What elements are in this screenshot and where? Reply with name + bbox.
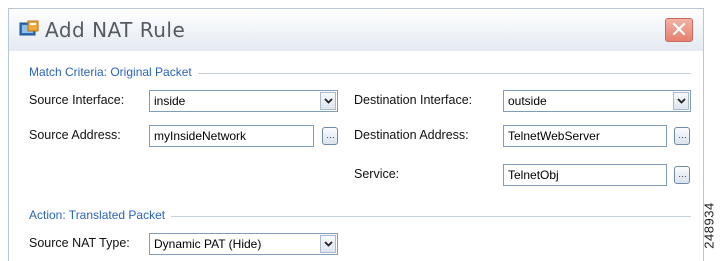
close-icon <box>672 23 686 35</box>
source-interface-select[interactable]: inside <box>149 90 338 112</box>
source-address-value: myInsideNetwork <box>154 129 247 143</box>
source-nat-type-label: Source NAT Type: <box>29 236 130 250</box>
source-interface-value: inside <box>154 94 186 108</box>
service-field[interactable]: TelnetObj <box>503 164 667 186</box>
service-label: Service: <box>354 167 400 181</box>
source-nat-type-value: Dynamic PAT (Hide) <box>154 237 262 251</box>
action-heading: Action: Translated Packet <box>29 208 172 222</box>
service-value: TelnetObj <box>508 168 559 182</box>
destination-interface-select[interactable]: outside <box>503 90 691 112</box>
destination-interface-value: outside <box>508 94 547 108</box>
chevron-down-icon <box>677 98 686 104</box>
source-interface-label: Source Interface: <box>29 93 125 107</box>
source-interface-dropdown-button[interactable] <box>320 92 336 110</box>
destination-address-value: TelnetWebServer <box>508 129 600 143</box>
dialog-title: Add NAT Rule <box>45 18 186 42</box>
match-criteria-heading: Match Criteria: Original Packet <box>29 65 198 79</box>
source-address-field[interactable]: myInsideNetwork <box>149 125 314 147</box>
close-button[interactable] <box>665 18 693 42</box>
ellipsis-icon: … <box>678 169 687 179</box>
destination-address-browse-button[interactable]: … <box>674 127 690 145</box>
destination-address-label: Destination Address: <box>354 128 469 142</box>
destination-interface-label: Destination Interface: <box>354 93 473 107</box>
chevron-down-icon <box>324 98 333 104</box>
title-bar: Add NAT Rule <box>9 9 703 51</box>
source-nat-type-select[interactable]: Dynamic PAT (Hide) <box>149 233 338 255</box>
figure-number: 248934 <box>701 202 717 249</box>
add-nat-rule-dialog: Add NAT Rule Match Criteria: Original Pa… <box>8 8 704 261</box>
ellipsis-icon: … <box>326 130 335 140</box>
service-browse-button[interactable]: … <box>674 166 690 184</box>
destination-interface-dropdown-button[interactable] <box>673 92 689 110</box>
app-icon <box>19 20 39 36</box>
source-address-browse-button[interactable]: … <box>322 127 338 145</box>
ellipsis-icon: … <box>678 130 687 140</box>
source-address-label: Source Address: <box>29 128 121 142</box>
source-nat-type-dropdown-button[interactable] <box>320 235 336 253</box>
chevron-down-icon <box>324 241 333 247</box>
destination-address-field[interactable]: TelnetWebServer <box>503 125 667 147</box>
